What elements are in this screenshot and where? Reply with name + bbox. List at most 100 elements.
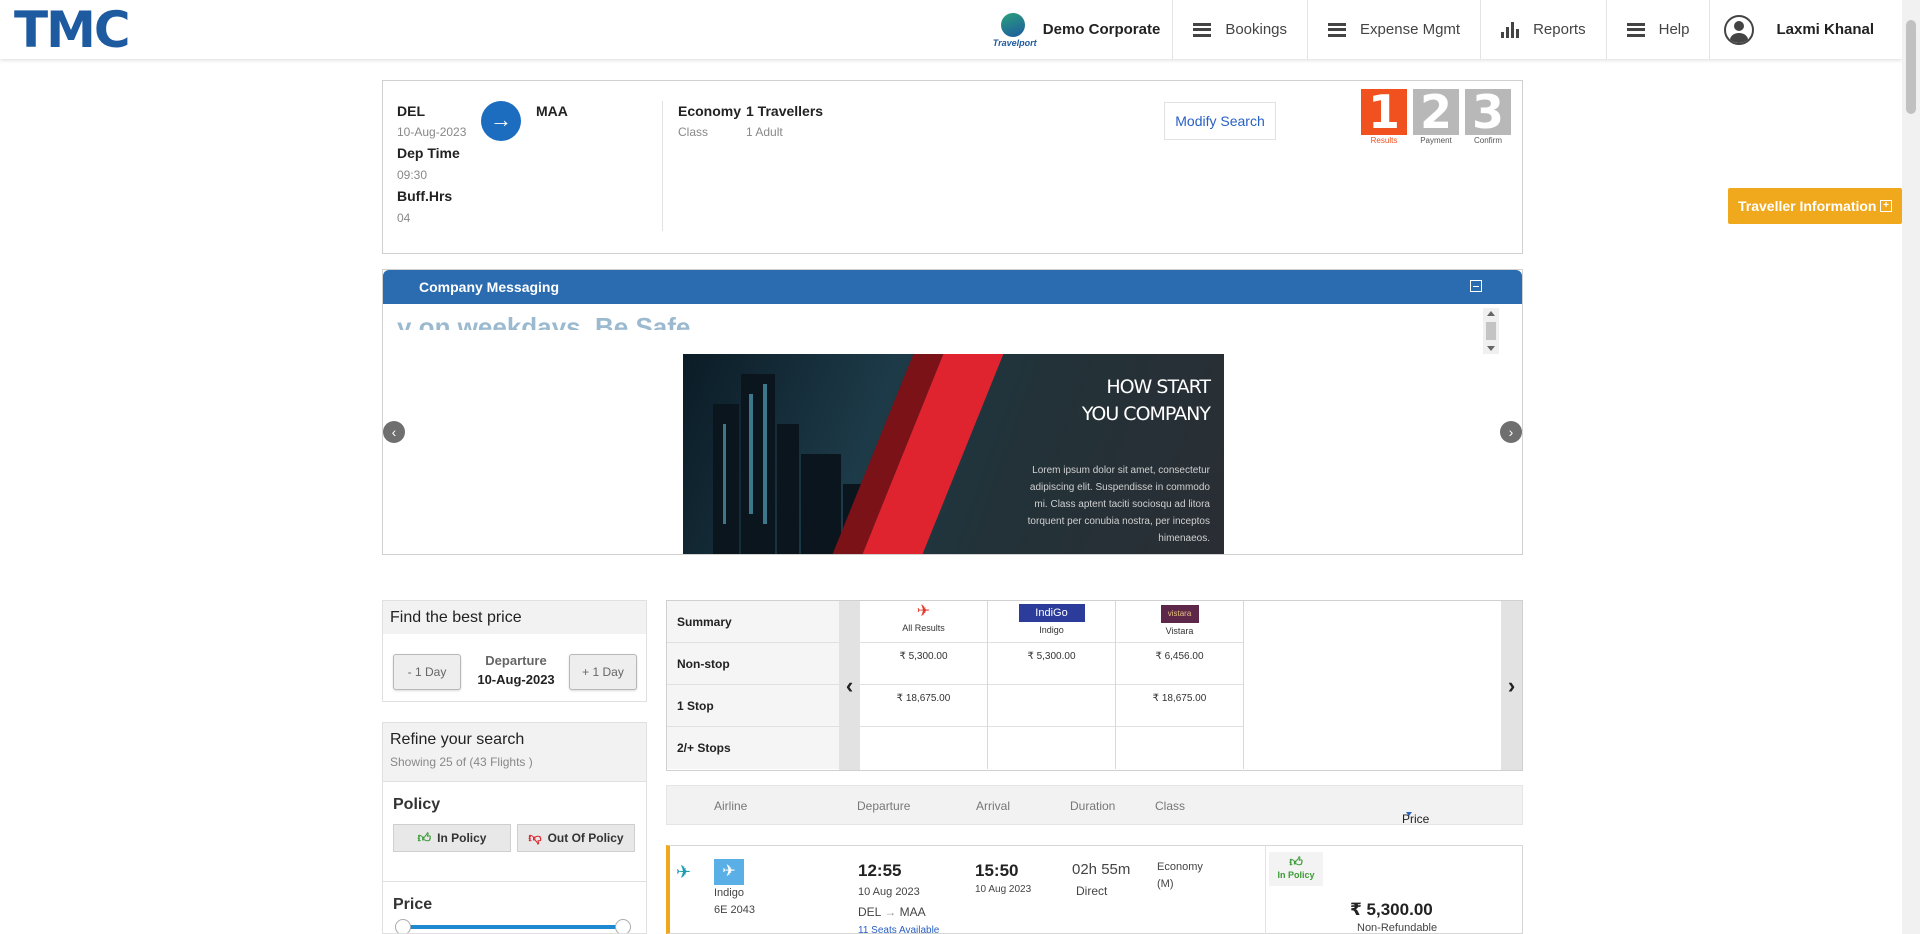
dep-time-value: 09:30 xyxy=(397,168,428,182)
tmc-logo[interactable]: TMC xyxy=(14,5,131,55)
departure-date-block: Departure 10-Aug-2023 xyxy=(477,653,555,687)
col-airline[interactable]: Airline xyxy=(714,799,747,813)
company-name: Demo Corporate xyxy=(1042,21,1161,38)
results-header: Airline Departure Arrival Duration Class… xyxy=(666,785,1523,826)
col-arrival[interactable]: Arrival xyxy=(976,799,1010,813)
origin-code: DEL xyxy=(397,103,425,119)
matrix-prev-icon[interactable]: ‹ xyxy=(839,601,860,770)
promo-banner[interactable]: HOW START YOU COMPANY Lorem ipsum dolor … xyxy=(683,354,1224,554)
top-header: TMC Travelport Demo Corporate Bookings E… xyxy=(0,0,1902,59)
thumbs-up-icon: 👍︎ xyxy=(417,830,432,845)
price-slider[interactable] xyxy=(403,925,623,929)
class-label: Class xyxy=(678,125,709,139)
nav-bookings-label: Bookings xyxy=(1225,21,1288,38)
scroll-up-icon xyxy=(1487,311,1495,316)
matrix-col-indigo[interactable]: IndiGo Indigo ₹ 5,300.00 xyxy=(988,601,1116,769)
all-airlines-icon: ✈ xyxy=(916,603,931,620)
search-summary: DEL 10-Aug-2023 Dep Time 09:30 Buff.Hrs … xyxy=(382,80,1523,254)
matrix-col-all-results[interactable]: ✈ All Results ₹ 5,300.00 ₹ 18,675.00 xyxy=(860,601,988,769)
company-messaging-header: Company Messaging xyxy=(383,270,1522,304)
traveller-information-button[interactable]: Traveller Information + xyxy=(1728,188,1902,224)
banner-body: Lorem ipsum dolor sit amet, consectetur … xyxy=(1027,465,1210,544)
col-duration[interactable]: Duration xyxy=(1070,799,1115,813)
matrix-cell[interactable]: ₹ 5,300.00 xyxy=(988,643,1115,685)
travellers-count: 1 Travellers xyxy=(746,103,824,119)
price-slider-min-handle[interactable] xyxy=(395,919,411,933)
in-policy-badge: 👍︎ In Policy xyxy=(1269,852,1323,886)
nav-reports[interactable]: Reports xyxy=(1481,0,1607,59)
nav-help[interactable]: Help xyxy=(1607,0,1711,59)
plus-one-day-button[interactable]: + 1 Day xyxy=(569,654,637,690)
find-best-price-panel: Find the best price - 1 Day Departure 10… xyxy=(382,600,647,702)
travellers-block: 1 Travellers 1 Adult xyxy=(746,103,823,139)
banner-title: HOW START YOU COMPANY xyxy=(1081,376,1211,425)
nav-expense-label: Expense Mgmt xyxy=(1360,21,1461,38)
message-scrollbar[interactable] xyxy=(1483,308,1499,354)
stops: Direct xyxy=(1076,884,1108,898)
flight-number: 6E 2043 xyxy=(714,904,755,916)
matrix-col-vistara[interactable]: vistara Vistara ₹ 6,456.00 ₹ 18,675.00 xyxy=(1116,601,1244,769)
col-departure[interactable]: Departure xyxy=(857,799,910,813)
company-brand: Travelport Demo Corporate xyxy=(993,0,1174,59)
travelport-logo: Travelport xyxy=(993,10,1037,50)
refine-header: Refine your search Showing 25 of (43 Fli… xyxy=(383,723,646,781)
user-avatar-icon xyxy=(1724,14,1755,45)
matrix-2stops-label: 2/+ Stops xyxy=(667,727,840,769)
scrollbar-thumb[interactable] xyxy=(1906,20,1916,114)
route-summary: DEL → MAA xyxy=(858,905,926,919)
departure-date: 10 Aug 2023 xyxy=(858,886,920,898)
class-code: (M) xyxy=(1157,878,1174,890)
matrix-cell[interactable]: ₹ 5,300.00 xyxy=(860,643,987,685)
matrix-row-labels: Summary Non-stop 1 Stop 2/+ Stops xyxy=(667,601,840,769)
seats-available[interactable]: 11 Seats Available xyxy=(858,925,939,934)
collapse-icon[interactable] xyxy=(1470,280,1482,292)
thumbs-down-icon: 👎︎ xyxy=(528,830,542,845)
scroll-down-icon xyxy=(1487,346,1495,351)
nav-bookings[interactable]: Bookings xyxy=(1173,0,1309,59)
matrix-cell[interactable] xyxy=(1116,727,1243,769)
minus-one-day-button[interactable]: - 1 Day xyxy=(393,654,461,690)
user-menu[interactable]: Laxmi Khanal xyxy=(1710,0,1902,59)
booking-steps: 1 Results 2 Payment 3 Confirm xyxy=(1361,89,1511,145)
dep-time-label: Dep Time xyxy=(397,145,460,161)
vistara-logo: vistara xyxy=(1160,605,1199,623)
carousel-prev-icon[interactable]: ‹ xyxy=(383,421,405,443)
nav-expense-mgmt[interactable]: Expense Mgmt xyxy=(1308,0,1482,59)
cabin-class: Economy xyxy=(1157,861,1203,873)
bar-chart-icon xyxy=(1501,21,1520,38)
pax-detail: 1 Adult xyxy=(746,125,783,139)
arrival-time: 15:50 xyxy=(975,861,1019,880)
step-confirm: 3 Confirm xyxy=(1465,89,1511,145)
menu-icon xyxy=(1193,22,1212,37)
matrix-cell[interactable] xyxy=(988,727,1115,769)
flight-price[interactable]: ₹ 5,300.00 xyxy=(1350,900,1433,920)
matrix-cell[interactable]: ₹ 18,675.00 xyxy=(860,685,987,727)
traveller-info-label: Traveller Information xyxy=(1738,198,1877,214)
buff-hrs-value: 04 xyxy=(397,211,411,225)
modify-search-button[interactable]: Modify Search xyxy=(1164,102,1276,140)
arrow-right-icon: → xyxy=(884,905,897,919)
matrix-cell[interactable] xyxy=(988,685,1115,727)
nav-help-label: Help xyxy=(1658,21,1690,38)
divider xyxy=(662,101,663,231)
showing-count: Showing 25 of (43 Flights ) xyxy=(390,755,533,769)
fare-matrix: Summary Non-stop 1 Stop 2/+ Stops ‹ ✈ All… xyxy=(666,600,1523,771)
top-nav: Travelport Demo Corporate Bookings Expen… xyxy=(993,0,1902,59)
carousel-next-icon[interactable]: › xyxy=(1500,421,1522,443)
page-scrollbar[interactable] xyxy=(1902,0,1920,934)
price-slider-max-handle[interactable] xyxy=(615,919,631,933)
in-policy-button[interactable]: 👍︎ In Policy xyxy=(393,824,511,852)
refund-status: Non-Refundable xyxy=(1357,922,1438,934)
matrix-cell[interactable]: ₹ 18,675.00 xyxy=(1116,685,1243,727)
matrix-cell[interactable]: ₹ 6,456.00 xyxy=(1116,643,1243,685)
destination-code: MAA xyxy=(536,103,568,119)
sort-down-icon xyxy=(1406,812,1412,816)
destination-block: MAA xyxy=(536,103,568,119)
matrix-cell[interactable] xyxy=(860,727,987,769)
col-class[interactable]: Class xyxy=(1155,799,1185,813)
out-of-policy-button[interactable]: 👎︎ Out Of Policy xyxy=(517,824,635,852)
matrix-next-icon[interactable]: › xyxy=(1501,601,1522,770)
flight-result-row[interactable]: ✈ ✈ Indigo 6E 2043 12:55 10 Aug 2023 DEL… xyxy=(666,845,1523,934)
matrix-summary-label: Summary xyxy=(667,601,840,643)
class-block: Economy Class xyxy=(678,103,741,139)
